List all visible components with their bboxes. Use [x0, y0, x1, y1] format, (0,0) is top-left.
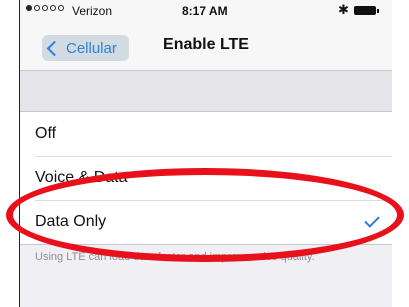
carrier-name: Verizon	[72, 4, 113, 18]
page-title: Enable LTE	[163, 36, 249, 53]
option-label: Data Only	[35, 213, 107, 230]
signal-dot	[34, 5, 40, 11]
status-bar: Verizon 8:17 AM ✱	[20, 0, 392, 22]
navigation-bar: Cellular Enable LTE	[20, 22, 392, 71]
option-label: Off	[35, 125, 57, 142]
signal-dot	[50, 5, 56, 11]
section-header	[20, 71, 392, 111]
signal-dot	[58, 5, 64, 11]
option-data-only[interactable]: Data Only	[20, 200, 392, 244]
signal-strength-icon	[26, 5, 64, 11]
lte-options-list: Off Voice & Data Data Only	[20, 111, 392, 245]
checkmark-icon	[364, 212, 380, 228]
option-label: Voice & Data	[35, 169, 128, 186]
signal-dot	[26, 5, 32, 11]
footer-note: Using LTE can load data faster and impro…	[35, 251, 315, 263]
status-time: 8:17 AM	[182, 4, 228, 18]
option-voice-data[interactable]: Voice & Data	[20, 156, 392, 200]
option-off[interactable]: Off	[20, 112, 392, 156]
battery-icon	[354, 6, 379, 15]
phone-screen: Verizon 8:17 AM ✱ Cellular Enable LTE Of…	[20, 0, 392, 307]
signal-dot	[42, 5, 48, 11]
bluetooth-icon: ✱	[338, 2, 349, 17]
